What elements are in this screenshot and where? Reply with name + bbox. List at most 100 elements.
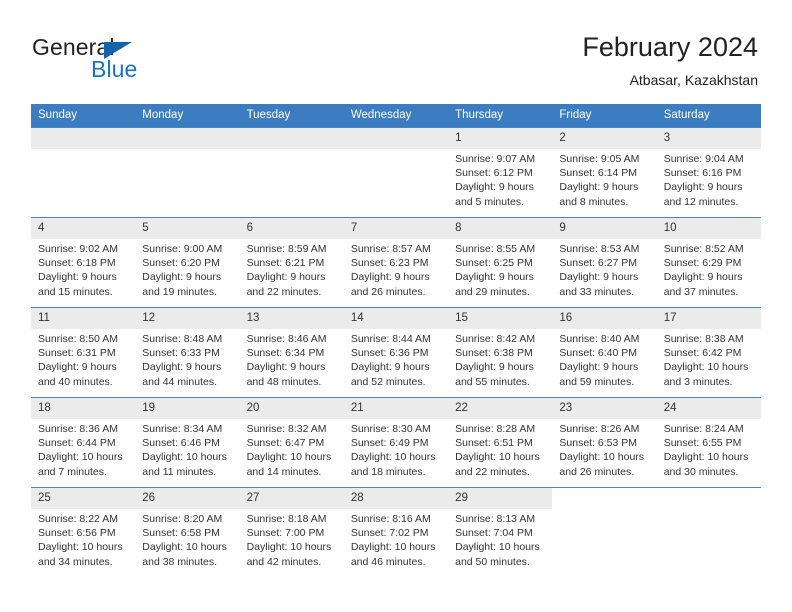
calendar-day-cell[interactable]: 27 Sunrise: 8:18 AM Sunset: 7:00 PM Dayligh… xyxy=(239,487,344,577)
daylight-text: Daylight: 10 hours and 38 minutes. xyxy=(142,541,227,568)
day-number xyxy=(656,488,761,509)
day-number: 4 xyxy=(31,218,136,239)
sunset-text: Sunset: 6:18 PM xyxy=(38,257,116,270)
sunrise-text: Sunrise: 8:20 AM xyxy=(142,513,223,525)
calendar-cell-empty xyxy=(656,487,761,577)
calendar-day-cell[interactable]: 16 Sunrise: 8:40 AM Sunset: 6:40 PM Dayligh… xyxy=(552,307,657,398)
general-blue-logo[interactable]: General Blue xyxy=(32,36,262,92)
calendar-day-cell[interactable]: 1 Sunrise: 9:07 AM Sunset: 6:12 PM Daylight… xyxy=(448,127,553,218)
calendar-day-cell[interactable]: 3 Sunrise: 9:04 AM Sunset: 6:16 PM Daylight… xyxy=(656,127,761,218)
weekday-header-sunday: Sunday xyxy=(31,104,136,128)
calendar-day-cell[interactable]: 7 Sunrise: 8:57 AM Sunset: 6:23 PM Daylight… xyxy=(343,217,449,308)
daylight-text: Daylight: 10 hours and 30 minutes. xyxy=(663,451,749,478)
day-sun-info: Sunrise: 8:32 AM Sunset: 6:47 PM Daylight:… xyxy=(240,419,344,479)
calendar-day-cell[interactable]: 6 Sunrise: 8:59 AM Sunset: 6:21 PM Daylight… xyxy=(239,217,344,308)
calendar-day-cell[interactable]: 28 Sunrise: 8:16 AM Sunset: 7:02 PM Dayligh… xyxy=(343,487,449,577)
daylight-text: Daylight: 10 hours and 34 minutes. xyxy=(38,541,123,568)
calendar-day-cell[interactable]: 2 Sunrise: 9:05 AM Sunset: 6:14 PM Daylight… xyxy=(552,127,657,218)
calendar-day-cell[interactable]: 29 Sunrise: 8:13 AM Sunset: 7:04 PM Dayligh… xyxy=(448,487,553,577)
calendar-day-cell[interactable]: 14 Sunrise: 8:44 AM Sunset: 6:36 PM Dayligh… xyxy=(343,307,449,398)
sunrise-text: Sunrise: 8:22 AM xyxy=(38,513,118,525)
day-sun-info: Sunrise: 8:13 AM Sunset: 7:04 PM Daylight:… xyxy=(448,509,552,569)
calendar-day-cell[interactable]: 4 Sunrise: 9:02 AM Sunset: 6:18 PM Daylight… xyxy=(31,217,136,308)
title-block: February 2024 Atbasar, Kazakhstan xyxy=(582,30,758,90)
calendar-day-cell[interactable]: 8 Sunrise: 8:55 AM Sunset: 6:25 PM Daylight… xyxy=(448,217,553,308)
day-sun-info: Sunrise: 8:38 AM Sunset: 6:42 PM Daylight:… xyxy=(657,329,761,389)
day-number: 10 xyxy=(656,218,761,239)
sunset-text: Sunset: 6:25 PM xyxy=(455,257,533,270)
day-sun-info: Sunrise: 9:00 AM Sunset: 6:20 PM Daylight:… xyxy=(135,239,239,299)
sunset-text: Sunset: 6:40 PM xyxy=(559,347,638,360)
day-sun-info: Sunrise: 8:20 AM Sunset: 6:58 PM Daylight:… xyxy=(135,509,239,569)
daylight-text: Daylight: 9 hours and 37 minutes. xyxy=(663,271,743,298)
calendar-day-cell[interactable]: 23 Sunrise: 8:26 AM Sunset: 6:53 PM Dayligh… xyxy=(552,397,657,488)
sunset-text: Sunset: 6:16 PM xyxy=(663,167,742,180)
calendar-day-cell[interactable]: 15 Sunrise: 8:42 AM Sunset: 6:38 PM Dayligh… xyxy=(448,307,553,398)
day-number: 16 xyxy=(552,308,657,329)
sunset-text: Sunset: 7:04 PM xyxy=(455,527,533,540)
sunset-text: Sunset: 6:27 PM xyxy=(559,257,638,270)
calendar-day-cell[interactable]: 22 Sunrise: 8:28 AM Sunset: 6:51 PM Dayligh… xyxy=(448,397,553,488)
sunset-text: Sunset: 6:31 PM xyxy=(38,347,116,360)
day-sun-info: Sunrise: 8:44 AM Sunset: 6:36 PM Daylight:… xyxy=(344,329,448,389)
calendar-cell-empty xyxy=(552,487,657,577)
sunrise-text: Sunrise: 8:42 AM xyxy=(455,333,536,345)
day-number: 2 xyxy=(552,128,657,149)
sunrise-text: Sunrise: 8:24 AM xyxy=(663,423,744,435)
calendar-day-cell[interactable]: 9 Sunrise: 8:53 AM Sunset: 6:27 PM Daylight… xyxy=(552,217,657,308)
day-sun-info: Sunrise: 8:53 AM Sunset: 6:27 PM Daylight:… xyxy=(552,239,656,299)
calendar-day-cell[interactable]: 13 Sunrise: 8:46 AM Sunset: 6:34 PM Dayligh… xyxy=(239,307,344,398)
weekday-header-thursday: Thursday xyxy=(448,104,553,128)
weekday-header-tuesday: Tuesday xyxy=(239,104,344,128)
day-number: 20 xyxy=(239,398,344,419)
calendar-day-cell[interactable]: 11 Sunrise: 8:50 AM Sunset: 6:31 PM Dayligh… xyxy=(31,307,136,398)
calendar-day-cell[interactable]: 19 Sunrise: 8:34 AM Sunset: 6:46 PM Dayligh… xyxy=(135,397,240,488)
daylight-text: Daylight: 10 hours and 11 minutes. xyxy=(142,451,227,478)
sunrise-text: Sunrise: 9:02 AM xyxy=(38,243,118,255)
sunrise-text: Sunrise: 9:04 AM xyxy=(663,153,744,165)
sunrise-text: Sunrise: 8:52 AM xyxy=(663,243,744,255)
sunset-text: Sunset: 6:38 PM xyxy=(455,347,533,360)
sunrise-text: Sunrise: 8:16 AM xyxy=(350,513,431,525)
day-sun-info: Sunrise: 8:42 AM Sunset: 6:38 PM Daylight:… xyxy=(448,329,552,389)
day-sun-info: Sunrise: 9:02 AM Sunset: 6:18 PM Daylight:… xyxy=(31,239,135,299)
daylight-text: Daylight: 9 hours and 59 minutes. xyxy=(559,361,639,388)
day-number xyxy=(135,128,240,149)
calendar-body: 1 Sunrise: 9:07 AM Sunset: 6:12 PM Daylight… xyxy=(31,127,761,577)
sunset-text: Sunset: 6:14 PM xyxy=(559,167,638,180)
calendar-week-row: 18 Sunrise: 8:36 AM Sunset: 6:44 PM Dayligh… xyxy=(31,397,761,488)
daylight-text: Daylight: 9 hours and 55 minutes. xyxy=(455,361,534,388)
calendar-day-cell[interactable]: 26 Sunrise: 8:20 AM Sunset: 6:58 PM Dayligh… xyxy=(135,487,240,577)
calendar-day-cell[interactable]: 20 Sunrise: 8:32 AM Sunset: 6:47 PM Dayligh… xyxy=(239,397,344,488)
day-number: 21 xyxy=(343,398,449,419)
calendar-day-cell[interactable]: 25 Sunrise: 8:22 AM Sunset: 6:56 PM Dayligh… xyxy=(31,487,136,577)
calendar-day-cell[interactable]: 18 Sunrise: 8:36 AM Sunset: 6:44 PM Dayligh… xyxy=(31,397,136,488)
day-sun-info: Sunrise: 8:52 AM Sunset: 6:29 PM Daylight:… xyxy=(657,239,761,299)
calendar-day-cell[interactable]: 5 Sunrise: 9:00 AM Sunset: 6:20 PM Daylight… xyxy=(135,217,240,308)
sunrise-text: Sunrise: 8:46 AM xyxy=(246,333,327,345)
day-sun-info: Sunrise: 8:34 AM Sunset: 6:46 PM Daylight:… xyxy=(135,419,239,479)
daylight-text: Daylight: 9 hours and 12 minutes. xyxy=(663,181,743,208)
calendar-week-row: 1 Sunrise: 9:07 AM Sunset: 6:12 PM Daylight… xyxy=(31,127,761,218)
day-number xyxy=(239,128,344,149)
calendar-week-row: 11 Sunrise: 8:50 AM Sunset: 6:31 PM Dayligh… xyxy=(31,307,761,398)
calendar-day-cell[interactable]: 12 Sunrise: 8:48 AM Sunset: 6:33 PM Dayligh… xyxy=(135,307,240,398)
day-sun-info: Sunrise: 8:36 AM Sunset: 6:44 PM Daylight:… xyxy=(31,419,135,479)
daylight-text: Daylight: 9 hours and 48 minutes. xyxy=(246,361,326,388)
day-number: 7 xyxy=(343,218,449,239)
sunset-text: Sunset: 6:58 PM xyxy=(142,527,220,540)
sunset-text: Sunset: 6:53 PM xyxy=(559,437,638,450)
sunrise-text: Sunrise: 8:40 AM xyxy=(559,333,640,345)
day-sun-info: Sunrise: 8:46 AM Sunset: 6:34 PM Daylight:… xyxy=(240,329,344,389)
day-number: 3 xyxy=(656,128,761,149)
sunrise-text: Sunrise: 9:00 AM xyxy=(142,243,223,255)
calendar-day-cell[interactable]: 17 Sunrise: 8:38 AM Sunset: 6:42 PM Dayligh… xyxy=(656,307,761,398)
day-number: 13 xyxy=(239,308,344,329)
daylight-text: Daylight: 10 hours and 22 minutes. xyxy=(455,451,540,478)
calendar-day-cell[interactable]: 24 Sunrise: 8:24 AM Sunset: 6:55 PM Dayligh… xyxy=(656,397,761,488)
calendar-day-cell[interactable]: 10 Sunrise: 8:52 AM Sunset: 6:29 PM Dayligh… xyxy=(656,217,761,308)
sunset-text: Sunset: 6:51 PM xyxy=(455,437,533,450)
day-number xyxy=(552,488,657,509)
day-number: 26 xyxy=(135,488,240,509)
calendar-day-cell[interactable]: 21 Sunrise: 8:30 AM Sunset: 6:49 PM Dayligh… xyxy=(343,397,449,488)
